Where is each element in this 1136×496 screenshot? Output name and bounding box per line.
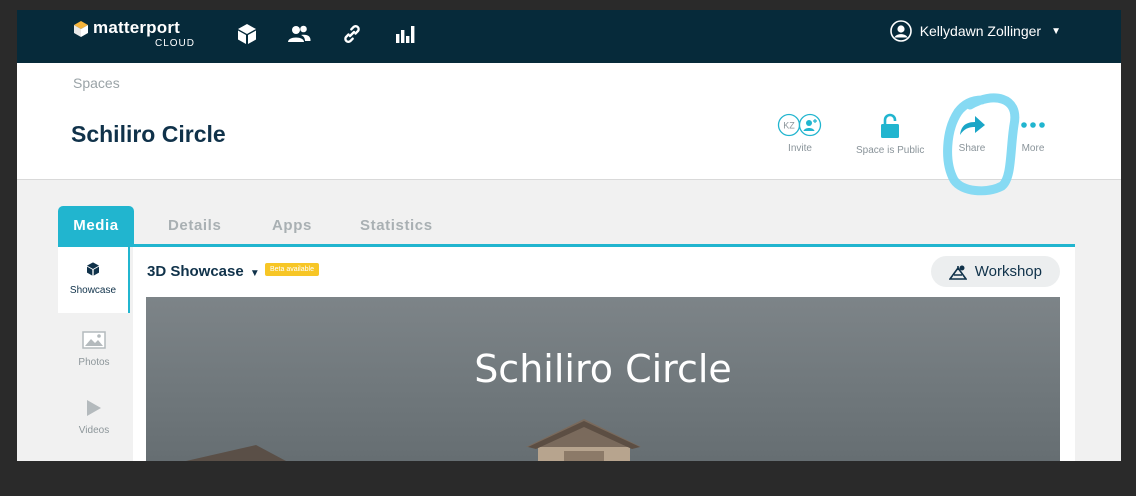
tab-details[interactable]: Details [168, 206, 221, 244]
chevron-down-icon: ▼ [249, 268, 260, 279]
image-icon [82, 331, 106, 349]
showcase-dropdown[interactable]: 3D Showcase ▼ [147, 263, 260, 280]
invite-label: Invite [788, 143, 812, 154]
share-button[interactable]: Share [957, 113, 987, 154]
workshop-label: Workshop [974, 263, 1042, 280]
preview-title: Schiliro Circle [474, 347, 732, 391]
invite-initials: KZ [783, 121, 795, 131]
side-nav-photos-label: Photos [78, 357, 110, 368]
side-nav-showcase-label: Showcase [69, 285, 117, 296]
user-avatar-icon [889, 20, 912, 42]
showcase-preview[interactable]: Schiliro Circle [146, 297, 1060, 461]
showcase-panel: 3D Showcase ▼ Beta available Workshop Sc… [133, 247, 1075, 461]
top-nav: matterport CLOUD Kellydawn Zollinger ▼ [17, 10, 1121, 63]
cube-icon[interactable] [235, 22, 259, 46]
cube-icon [87, 262, 99, 276]
invite-button[interactable]: KZ Invite [777, 113, 823, 154]
link-icon[interactable] [340, 22, 364, 46]
side-nav-videos-label: Videos [78, 425, 110, 436]
app-window: matterport CLOUD Kellydawn Zollinger ▼ S… [17, 10, 1121, 461]
workshop-icon [948, 265, 967, 280]
tab-apps[interactable]: Apps [272, 206, 312, 244]
side-nav-showcase[interactable]: Showcase [58, 247, 130, 313]
chevron-down-icon: ▼ [1051, 25, 1061, 37]
side-nav-photos[interactable]: Photos [58, 331, 130, 368]
space-public-label: Space is Public [856, 145, 925, 156]
page-title: Schiliro Circle [71, 121, 226, 147]
more-button[interactable]: More [1019, 113, 1047, 154]
unlock-icon [881, 113, 900, 138]
matterport-logo-icon [74, 21, 88, 37]
beta-badge: Beta available [265, 263, 319, 276]
brand-name: matterport [93, 18, 181, 37]
share-label: Share [958, 143, 986, 154]
media-side-nav: Showcase Photos Videos [58, 247, 130, 461]
side-nav-videos[interactable]: Videos [58, 399, 130, 436]
share-icon [960, 116, 985, 135]
tab-statistics[interactable]: Statistics [360, 206, 433, 244]
workshop-button[interactable]: Workshop [930, 256, 1060, 287]
space-public-button[interactable]: Space is Public [856, 113, 924, 156]
tab-media[interactable]: Media [58, 206, 134, 244]
user-menu[interactable]: Kellydawn Zollinger ▼ [889, 20, 1061, 42]
users-icon[interactable] [287, 22, 311, 46]
more-label: More [1021, 143, 1045, 154]
showcase-title: 3D Showcase [147, 263, 244, 280]
more-icon [1021, 122, 1045, 128]
space-header: Spaces Schiliro Circle KZ Invite Space i… [17, 63, 1121, 180]
invite-icon: KZ [777, 113, 822, 137]
bar-chart-icon[interactable] [394, 22, 418, 46]
brand-sub: CLOUD [155, 38, 196, 49]
tab-bar: Media Details Apps Statistics [58, 206, 1075, 247]
breadcrumb[interactable]: Spaces [73, 75, 120, 91]
user-name: Kellydawn Zollinger [919, 23, 1042, 39]
play-icon [87, 400, 101, 416]
